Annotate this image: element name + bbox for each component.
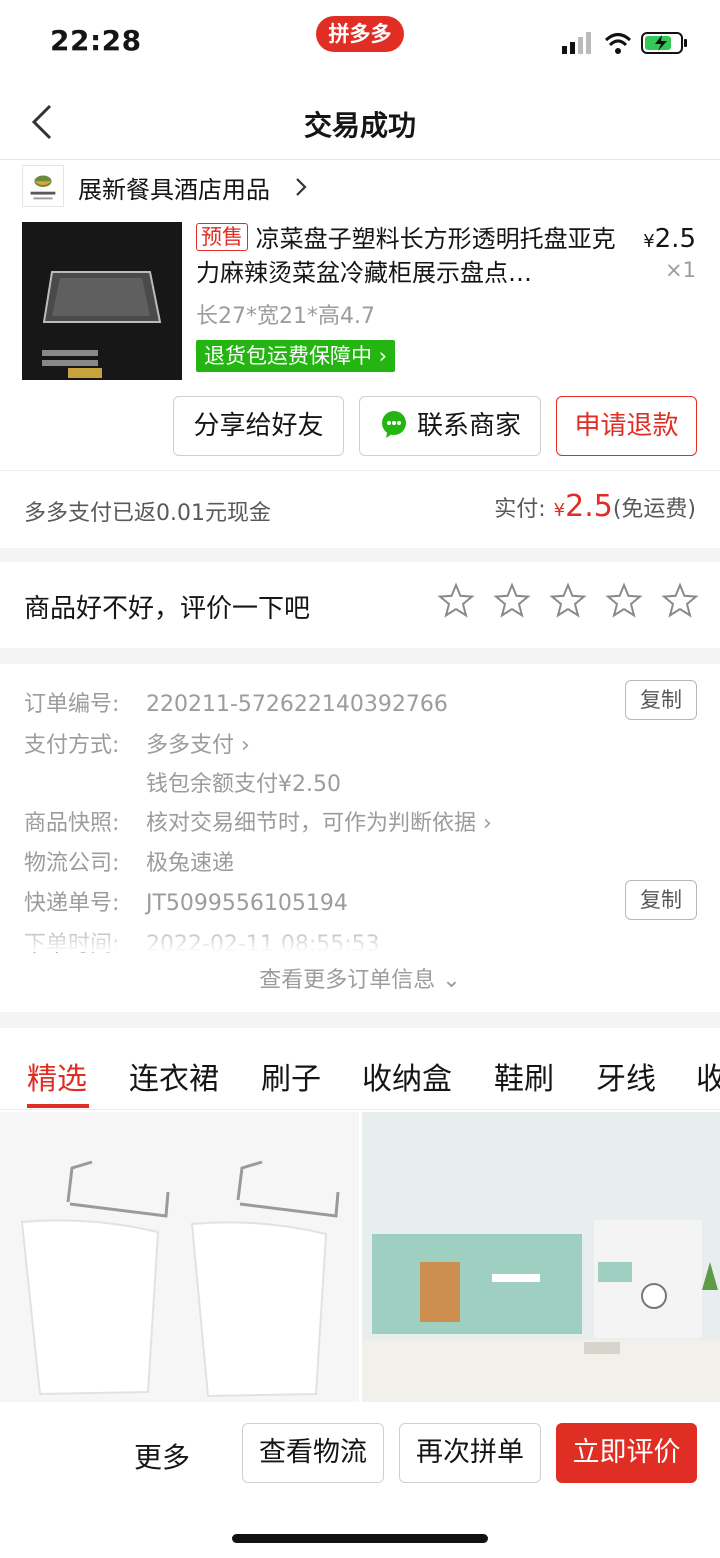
paid-currency: ¥	[553, 500, 566, 521]
chevron-right-icon: ›	[372, 344, 388, 368]
order-number-label: 订单编号:	[24, 692, 120, 717]
store-name: 展新餐具酒店用品	[78, 176, 270, 204]
paid-total: 实付: ¥2.5(免运费)	[494, 489, 696, 524]
contact-merchant-button[interactable]: 联系商家	[359, 396, 541, 456]
payment-detail: 钱包余额支付¥2.50	[146, 772, 341, 797]
view-logistics-button[interactable]: 查看物流	[242, 1423, 384, 1483]
star-icon[interactable]	[437, 582, 475, 620]
snapshot-label: 商品快照:	[24, 811, 120, 836]
status-icons	[562, 32, 687, 54]
more-button[interactable]: 更多	[134, 1436, 190, 1476]
tracking-row: 快递单号: JT5099556105194	[24, 885, 348, 917]
reorder-button[interactable]: 再次拼单	[399, 1423, 541, 1483]
status-bar: 22:28 拼多多	[0, 0, 720, 84]
tab-shoe-brush[interactable]: 鞋刷	[494, 1054, 554, 1098]
chevron-right-icon: ›	[476, 811, 492, 836]
chevron-right-icon	[296, 178, 307, 196]
contact-label: 联系商家	[416, 411, 521, 441]
payment-method: 多多支付	[146, 733, 235, 758]
price-currency: ¥	[643, 231, 655, 252]
chevron-right-icon: ›	[234, 733, 250, 758]
nav-bar: 交易成功	[0, 84, 720, 160]
feed-product-image-pegboard[interactable]	[362, 1112, 720, 1402]
battery-icon	[641, 32, 687, 54]
courier-label: 物流公司:	[24, 851, 120, 876]
active-tab-underline	[27, 1104, 89, 1108]
section-divider	[0, 648, 720, 664]
tab-floss[interactable]: 牙线	[596, 1054, 656, 1098]
product-price: 2.5	[654, 224, 696, 254]
paid-amount: 2.5	[565, 489, 613, 524]
courier-name: 极兔速递	[146, 851, 235, 876]
tab-featured[interactable]: 精选	[27, 1054, 87, 1098]
order-info: 订单编号: 220211-572622140392766 复制 支付方式: 多多支付…	[0, 664, 720, 1012]
tab-storage-partial[interactable]: 收	[696, 1054, 720, 1098]
store-row[interactable]: 展新餐具酒店用品	[0, 160, 720, 214]
star-icon[interactable]	[661, 582, 699, 620]
fade-overlay	[0, 920, 720, 952]
section-divider	[0, 1012, 720, 1028]
paid-label: 实付:	[494, 497, 546, 522]
snapshot-row[interactable]: 商品快照: 核对交易细节时，可作为判断依据 ›	[24, 805, 492, 837]
wifi-icon	[604, 33, 632, 54]
return-guarantee-badge[interactable]: 退货包运费保障中 ›	[196, 340, 396, 372]
product-info[interactable]: 预售 凉菜盘子塑料长方形透明托盘亚克力麻辣烫菜盆冷藏柜展示盘点… 长27*宽21…	[196, 222, 624, 372]
product-quantity: ×1	[665, 258, 696, 282]
cashback-text: 多多支付已返0.01元现金	[24, 501, 271, 526]
view-more-order-info[interactable]: 查看更多订单信息 ⌄	[0, 962, 720, 994]
presale-tag: 预售	[196, 223, 248, 251]
page-title: 交易成功	[303, 109, 416, 142]
payment-method-row[interactable]: 支付方式: 多多支付 ›	[24, 727, 250, 759]
chevron-down-icon: ⌄	[435, 968, 461, 993]
courier-row: 物流公司: 极兔速递	[24, 845, 234, 877]
payment-summary: 多多支付已返0.01元现金 实付: ¥2.5(免运费)	[0, 470, 720, 548]
star-icon[interactable]	[549, 582, 587, 620]
product-name: 凉菜盘子塑料长方形透明托盘亚克力麻辣烫菜盆冷藏柜展示盘点…	[196, 225, 616, 287]
product-title: 预售 凉菜盘子塑料长方形透明托盘亚克力麻辣烫菜盆冷藏柜展示盘点…	[196, 222, 624, 290]
app-badge: 拼多多	[316, 16, 404, 52]
home-indicator	[232, 1534, 488, 1543]
store-logo-icon	[22, 165, 64, 207]
payment-method-label: 支付方式:	[24, 733, 120, 758]
status-time: 22:28	[50, 24, 142, 57]
share-button[interactable]: 分享给好友	[173, 396, 344, 456]
tracking-label: 快递单号:	[24, 891, 120, 916]
review-now-button[interactable]: 立即评价	[556, 1423, 697, 1483]
tracking-number: JT5099556105194	[146, 891, 348, 916]
category-tabs: 精选 连衣裙 刷子 收纳盒 鞋刷 牙线 收	[0, 1028, 720, 1110]
snapshot-text: 核对交易细节时，可作为判断依据	[146, 811, 477, 836]
star-icon[interactable]	[605, 582, 643, 620]
bottom-action-bar: 更多 查看物流 再次拼单 立即评价	[0, 1402, 720, 1558]
order-number: 220211-572622140392766	[146, 692, 448, 717]
order-number-row: 订单编号: 220211-572622140392766	[24, 686, 448, 718]
signal-icon	[562, 32, 591, 54]
feed-product-image-buckets[interactable]	[0, 1112, 359, 1402]
copy-tracking-button[interactable]: 复制	[625, 880, 697, 920]
copy-order-number-button[interactable]: 复制	[625, 680, 697, 720]
tab-brushes[interactable]: 刷子	[261, 1054, 321, 1098]
view-more-label: 查看更多订单信息	[259, 968, 436, 993]
section-divider	[0, 548, 720, 562]
shipping-note: (免运费)	[612, 497, 696, 522]
product-spec: 长27*宽21*高4.7	[196, 304, 375, 329]
tab-dresses[interactable]: 连衣裙	[129, 1054, 219, 1098]
guarantee-label: 退货包运费保障中	[204, 344, 372, 368]
rating-prompt: 商品好不好，评价一下吧	[24, 594, 311, 624]
chat-bubble-icon	[381, 411, 406, 438]
star-icon[interactable]	[493, 582, 531, 620]
tab-storage-box[interactable]: 收纳盒	[362, 1054, 452, 1098]
price-column: ¥2.5 ×1	[643, 224, 696, 282]
product-thumbnail[interactable]	[22, 222, 182, 380]
refund-button[interactable]: 申请退款	[556, 396, 697, 456]
